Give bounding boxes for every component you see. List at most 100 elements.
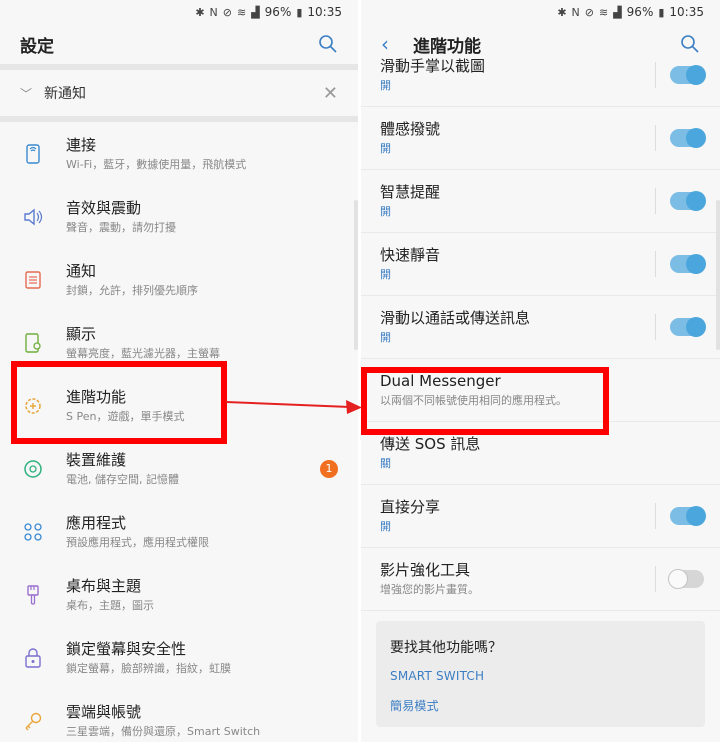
status-bar: ✱ N ⊘ ≋ ▟ 96% ▮ 10:35 — [0, 0, 358, 24]
item-subtitle: 桌布，主題，圖示 — [66, 598, 154, 612]
feature-status: 開 — [380, 268, 391, 281]
video-enhancer-toggle[interactable] — [668, 569, 704, 589]
close-icon[interactable]: ✕ — [323, 83, 338, 104]
signal-icon: ▟ — [613, 5, 622, 19]
feature-title: 體感撥號 — [380, 120, 441, 138]
signal-icon: ▟ — [251, 5, 260, 19]
divider — [655, 503, 656, 529]
direct-call-toggle[interactable] — [670, 128, 706, 148]
apps-icon — [20, 519, 46, 545]
settings-item-wallpapers-themes[interactable]: 桌布與主題桌布，主題，圖示 — [0, 563, 358, 626]
feature-direct-share[interactable]: 直接分享開 — [361, 485, 720, 548]
settings-item-connections[interactable]: 連接 Wi-Fi，藍牙，數據使用量，飛航模式 — [0, 122, 358, 185]
nfc-icon: N — [209, 5, 218, 19]
feature-status: 開 — [380, 520, 391, 533]
paintbrush-icon — [20, 582, 46, 608]
feature-title: 傳送 SOS 訊息 — [380, 435, 481, 453]
feature-video-enhancer[interactable]: 影片強化工具增強您的影片畫質。 — [361, 548, 720, 611]
arrow-annotation — [226, 400, 362, 414]
mute-icon: ⊘ — [584, 5, 594, 19]
item-subtitle: 電池, 儲存空間, 記憶體 — [66, 472, 179, 486]
feature-description: 增強您的影片畫質。 — [380, 583, 479, 596]
chevron-down-icon[interactable]: ﹀ — [20, 85, 32, 102]
battery-percent: 96% — [626, 5, 654, 19]
bluetooth-icon: ✱ — [557, 5, 567, 19]
item-subtitle: 三星雲端，備份與還原，Smart Switch — [66, 724, 261, 738]
wifi-icon: ≋ — [236, 5, 247, 19]
easy-mute-toggle[interactable] — [670, 254, 706, 274]
clock: 10:35 — [307, 5, 342, 19]
feature-palm-swipe-capture[interactable]: 滑動手掌以截圖開 — [361, 44, 720, 107]
notification-label: 新通知 — [44, 86, 87, 102]
toggle-knob — [686, 254, 706, 274]
app-bar: 設定 — [0, 24, 358, 64]
item-title: 顯示 — [66, 324, 97, 343]
divider — [655, 566, 656, 592]
nfc-icon: N — [571, 5, 580, 19]
clock: 10:35 — [669, 5, 704, 19]
easy-mode-link[interactable]: 簡易模式 — [390, 697, 691, 714]
direct-share-toggle[interactable] — [670, 506, 706, 526]
toggle-knob — [686, 191, 706, 211]
feature-status: 關 — [380, 457, 391, 470]
toggle-knob — [686, 317, 706, 337]
connections-icon — [20, 141, 46, 167]
divider — [655, 314, 656, 340]
maintenance-icon — [20, 456, 46, 482]
looking-for-more-card: 要找其他功能嗎？ SMART SWITCH 簡易模式 — [376, 621, 705, 727]
card-question: 要找其他功能嗎？ — [390, 640, 502, 656]
settings-item-lock-screen-security[interactable]: 鎖定螢幕與安全性鎖定螢幕，臉部辨識，指紋，虹膜 — [0, 626, 358, 689]
feature-easy-mute[interactable]: 快速靜音開 — [361, 233, 720, 296]
display-icon — [20, 330, 46, 356]
key-icon — [20, 708, 46, 734]
item-subtitle: 封鎖，允許，排列優先順序 — [66, 283, 198, 297]
item-title: 桌布與主題 — [66, 576, 142, 595]
item-subtitle: 鎖定螢幕，臉部辨識，指紋，虹膜 — [66, 661, 231, 675]
toggle-knob — [668, 569, 688, 589]
lock-icon — [20, 645, 46, 671]
item-subtitle: 螢幕亮度，藍光濾光器，主螢幕 — [66, 346, 220, 360]
divider — [655, 188, 656, 214]
item-subtitle: 預設應用程式，應用程式權限 — [66, 535, 209, 549]
feature-title: 滑動以通話或傳送訊息 — [380, 309, 531, 327]
battery-icon: ▮ — [658, 5, 665, 19]
new-notification-bar[interactable]: ﹀ 新通知 ✕ — [0, 70, 358, 116]
feature-swipe-to-call[interactable]: 滑動以通話或傳送訊息開 — [361, 296, 720, 359]
feature-title: 滑動手掌以截圖 — [380, 57, 486, 75]
settings-item-cloud-accounts[interactable]: 雲端與帳號 三星雲端，備份與還原，Smart Switch — [0, 689, 358, 742]
feature-status: 開 — [380, 79, 391, 92]
update-count-badge: 1 — [320, 459, 338, 478]
feature-status: 開 — [380, 142, 391, 155]
toggle-knob — [686, 65, 706, 85]
feature-smart-alert[interactable]: 智慧提醒開 — [361, 170, 720, 233]
search-icon[interactable] — [318, 34, 338, 54]
swipe-to-call-toggle[interactable] — [670, 317, 706, 337]
toggle-knob — [686, 128, 706, 148]
mute-icon: ⊘ — [222, 5, 232, 19]
battery-icon: ▮ — [296, 5, 303, 19]
item-subtitle: 聲音，震動，請勿打擾 — [66, 220, 176, 234]
item-title: 鎖定螢幕與安全性 — [66, 639, 187, 658]
palm-swipe-toggle[interactable] — [670, 65, 706, 85]
item-title: 音效與震動 — [66, 198, 142, 217]
settings-item-notifications[interactable]: 通知封鎖，允許，排列優先順序 — [0, 248, 358, 311]
item-title: 裝置維護 — [66, 450, 127, 469]
toggle-knob — [686, 506, 706, 526]
scrollbar[interactable] — [716, 200, 720, 350]
item-title: 通知 — [66, 261, 97, 280]
status-bar: ✱ N ⊘ ≋ ▟ 96% ▮ 10:35 — [361, 0, 720, 24]
highlight-box-advanced-features — [11, 361, 227, 444]
item-title: 應用程式 — [66, 513, 127, 532]
smart-alert-toggle[interactable] — [670, 191, 706, 211]
smart-switch-link[interactable]: SMART SWITCH — [390, 669, 691, 683]
settings-item-device-maintenance[interactable]: 裝置維護電池, 儲存空間, 記憶體 1 — [0, 437, 358, 500]
settings-item-sound[interactable]: 音效與震動聲音，震動，請勿打擾 — [0, 185, 358, 248]
feature-status: 開 — [380, 331, 391, 344]
speaker-icon — [20, 204, 46, 230]
page-title: 設定 — [20, 36, 54, 57]
notifications-icon — [20, 267, 46, 293]
feature-title: 影片強化工具 — [380, 561, 471, 579]
feature-direct-call[interactable]: 體感撥號開 — [361, 107, 720, 170]
settings-item-apps[interactable]: 應用程式預設應用程式，應用程式權限 — [0, 500, 358, 563]
divider — [655, 125, 656, 151]
